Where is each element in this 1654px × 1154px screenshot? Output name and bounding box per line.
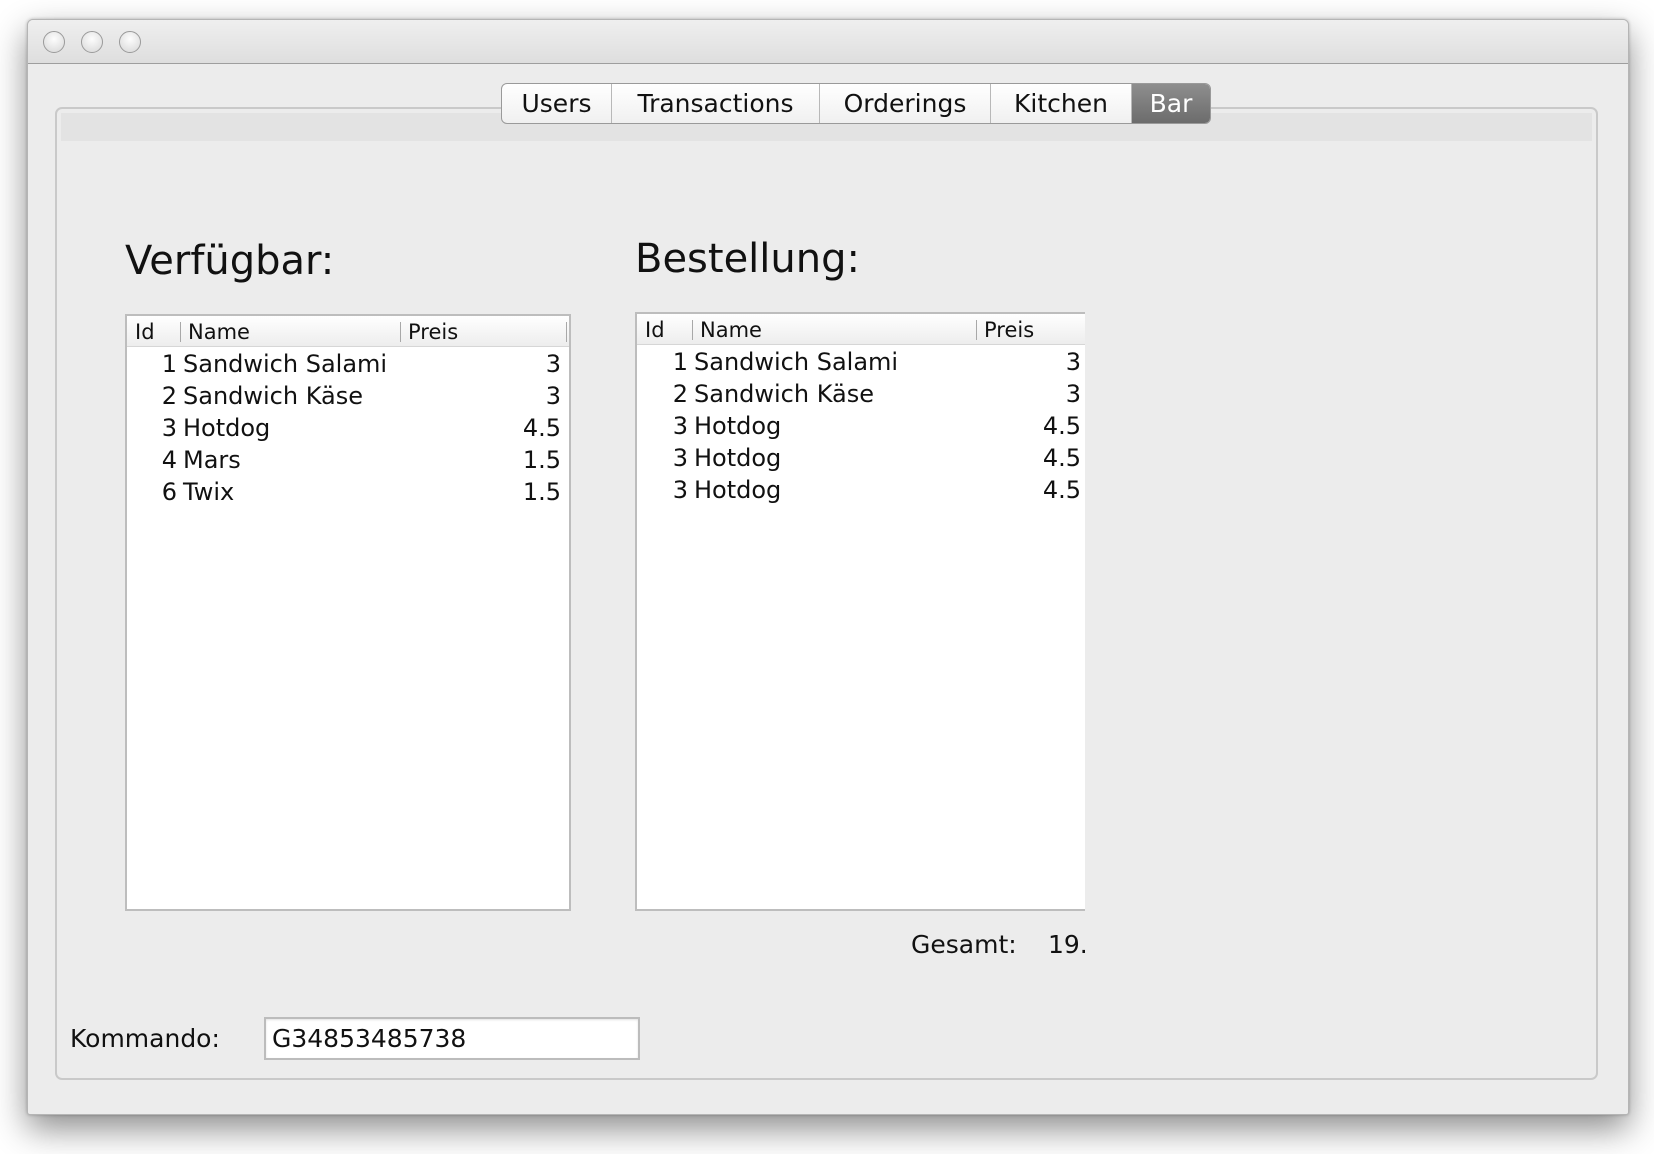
available-table-body: 1 Sandwich Salami 3 2 Sandwich Käse 3 3 …: [127, 348, 569, 508]
column-header-id[interactable]: Id: [135, 316, 155, 346]
column-header-name[interactable]: Name: [188, 316, 250, 346]
table-row[interactable]: 1 Sandwich Salami 3: [637, 346, 1085, 378]
cell-price: 3: [545, 350, 561, 378]
cell-id: 6: [161, 478, 177, 506]
table-row[interactable]: 2 Sandwich Käse 3: [127, 380, 569, 412]
cell-id: 1: [161, 350, 177, 378]
cell-id: 3: [672, 476, 688, 504]
order-table-header: Id Name Preis: [637, 314, 1085, 345]
cell-name: Sandwich Käse: [183, 382, 364, 410]
table-row[interactable]: 3 Hotdog 4.5: [637, 442, 1085, 474]
tab-transactions[interactable]: Transactions: [612, 84, 820, 123]
tab-bar: Users Transactions Orderings Kitchen Bar: [501, 83, 1211, 124]
tab-users[interactable]: Users: [502, 84, 612, 123]
column-separator: [976, 320, 977, 340]
total-value: 19.: [1048, 930, 1088, 959]
close-button[interactable]: [43, 31, 65, 53]
cell-price: 4.5: [522, 414, 561, 442]
column-header-name[interactable]: Name: [700, 314, 762, 344]
zoom-button[interactable]: [119, 31, 141, 53]
table-row[interactable]: 3 Hotdog 4.5: [637, 410, 1085, 442]
available-table[interactable]: Id Name Preis 1 Sandwich Salami 3 2 Sand…: [125, 314, 571, 911]
tab-orderings[interactable]: Orderings: [820, 84, 991, 123]
total-label: Gesamt:: [911, 930, 1017, 959]
table-row[interactable]: 3 Hotdog 4.5: [127, 412, 569, 444]
tab-kitchen[interactable]: Kitchen: [991, 84, 1132, 123]
cell-name: Hotdog: [694, 444, 782, 472]
cell-price: 4.5: [1042, 476, 1081, 504]
cell-price: 4.5: [1042, 412, 1081, 440]
cell-price: 1.5: [522, 446, 561, 474]
table-row[interactable]: 2 Sandwich Käse 3: [637, 378, 1085, 410]
order-title: Bestellung:: [635, 236, 860, 282]
cell-price: 3: [545, 382, 561, 410]
cell-name: Hotdog: [694, 476, 782, 504]
cell-price: 4.5: [1042, 444, 1081, 472]
order-table[interactable]: Id Name Preis 1 Sandwich Salami 3 2 Sand…: [635, 312, 1085, 911]
cell-name: Sandwich Salami: [183, 350, 388, 378]
cell-name: Sandwich Salami: [694, 348, 899, 376]
cell-id: 1: [672, 348, 688, 376]
app-window: Users Transactions Orderings Kitchen Bar…: [27, 19, 1629, 1115]
column-header-id[interactable]: Id: [645, 314, 665, 344]
cell-id: 3: [672, 444, 688, 472]
order-table-body: 1 Sandwich Salami 3 2 Sandwich Käse 3 3 …: [637, 346, 1085, 506]
table-row[interactable]: 3 Hotdog 4.5: [637, 474, 1085, 506]
cell-name: Mars: [183, 446, 241, 474]
cell-name: Hotdog: [694, 412, 782, 440]
table-row[interactable]: 4 Mars 1.5: [127, 444, 569, 476]
cell-id: 2: [161, 382, 177, 410]
tab-bar-active[interactable]: Bar: [1132, 84, 1210, 123]
available-title: Verfügbar:: [125, 238, 335, 284]
cell-id: 3: [672, 412, 688, 440]
cell-price: 3: [1065, 380, 1081, 408]
cell-name: Sandwich Käse: [694, 380, 875, 408]
cell-id: 3: [161, 414, 177, 442]
column-header-price[interactable]: Preis: [408, 316, 458, 346]
table-row[interactable]: 6 Twix 1.5: [127, 476, 569, 508]
cell-id: 2: [672, 380, 688, 408]
table-row[interactable]: 1 Sandwich Salami 3: [127, 348, 569, 380]
column-separator: [566, 322, 567, 342]
command-label: Kommando:: [70, 1024, 220, 1053]
command-input[interactable]: [264, 1017, 640, 1060]
cell-price: 1.5: [522, 478, 561, 506]
cell-id: 4: [161, 446, 177, 474]
cell-name: Twix: [183, 478, 235, 506]
column-separator: [692, 320, 693, 340]
title-bar: [28, 20, 1628, 64]
cell-name: Hotdog: [183, 414, 271, 442]
minimize-button[interactable]: [81, 31, 103, 53]
available-table-header: Id Name Preis: [127, 316, 569, 347]
column-separator: [180, 322, 181, 342]
cell-price: 3: [1065, 348, 1081, 376]
column-separator: [400, 322, 401, 342]
column-header-price[interactable]: Preis: [984, 314, 1034, 344]
